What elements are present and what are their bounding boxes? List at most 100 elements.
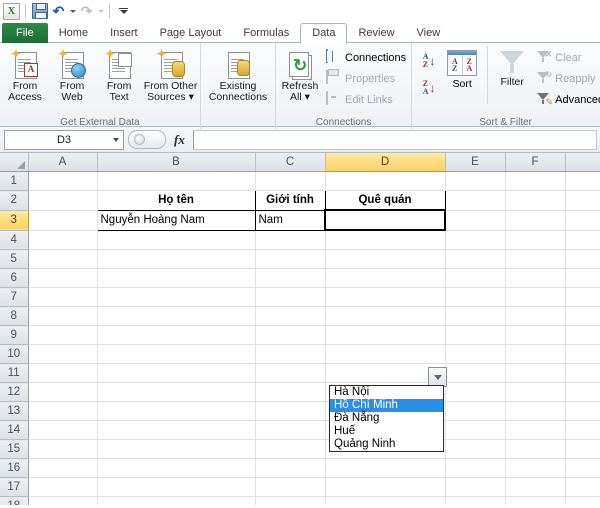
list-item[interactable]: Quảng Ninh	[330, 438, 443, 451]
cell-c12[interactable]	[255, 382, 326, 402]
cell-e7[interactable]	[445, 287, 506, 307]
cell-a11[interactable]	[28, 363, 98, 383]
cell-c7[interactable]	[255, 287, 326, 307]
cell-c4[interactable]	[255, 230, 326, 250]
cell-c1[interactable]	[255, 171, 326, 191]
cell-d9[interactable]	[325, 325, 446, 345]
row-header-6[interactable]: 6	[0, 268, 29, 288]
cell-a16[interactable]	[28, 458, 98, 478]
cell-a13[interactable]	[28, 401, 98, 421]
cell-e16[interactable]	[445, 458, 506, 478]
cell-b10[interactable]	[97, 344, 256, 364]
cell-g1[interactable]	[565, 171, 600, 191]
cell-b7[interactable]	[97, 287, 256, 307]
cell-g16[interactable]	[565, 458, 600, 478]
insert-function-icon[interactable]: fx	[174, 132, 185, 148]
cell-e13[interactable]	[445, 401, 506, 421]
cell-g12[interactable]	[565, 382, 600, 402]
cell-a4[interactable]	[28, 230, 98, 250]
cell-e3[interactable]	[445, 210, 506, 231]
list-item[interactable]: Huế	[330, 425, 443, 438]
cell-a6[interactable]	[28, 268, 98, 288]
data-validation-dropdown-button[interactable]	[428, 367, 447, 387]
cell-b13[interactable]	[97, 401, 256, 421]
cell-b6[interactable]	[97, 268, 256, 288]
cell-f3[interactable]	[505, 210, 566, 231]
tab-formulas[interactable]: Formulas	[232, 24, 300, 43]
cell-a9[interactable]	[28, 325, 98, 345]
column-header-f[interactable]: F	[505, 153, 566, 172]
formula-bar-buttons[interactable]	[128, 130, 166, 149]
cell-f2[interactable]	[505, 190, 566, 211]
row-header-7[interactable]: 7	[0, 287, 29, 307]
cell-e5[interactable]	[445, 249, 506, 269]
cell-b1[interactable]	[97, 171, 256, 191]
name-box-dropdown-icon[interactable]	[113, 137, 119, 142]
row-header-18[interactable]: 18	[0, 496, 29, 505]
column-header-d[interactable]: D	[325, 153, 446, 172]
cell-d2[interactable]: Quê quán	[324, 190, 446, 211]
cell-b12[interactable]	[97, 382, 256, 402]
cell-b15[interactable]	[97, 439, 256, 459]
row-header-5[interactable]: 5	[0, 249, 29, 269]
list-item[interactable]: Hà Nội	[330, 386, 443, 399]
row-header-11[interactable]: 11	[0, 363, 29, 383]
sort-a-to-z-button[interactable]: AZ ↓	[418, 50, 440, 72]
cell-c17[interactable]	[255, 477, 326, 497]
cell-g8[interactable]	[565, 306, 600, 326]
cell-c16[interactable]	[255, 458, 326, 478]
cell-e14[interactable]	[445, 420, 506, 440]
cell-c2[interactable]: Giới tính	[254, 190, 326, 211]
cell-b18[interactable]	[97, 496, 256, 505]
cell-g6[interactable]	[565, 268, 600, 288]
select-all-corner[interactable]	[0, 153, 29, 172]
tab-review[interactable]: Review	[347, 24, 405, 43]
from-web-button[interactable]: ✦ From Web	[49, 46, 95, 103]
cell-g15[interactable]	[565, 439, 600, 459]
cell-a2[interactable]	[28, 190, 98, 211]
customize-qat-button[interactable]	[115, 3, 132, 20]
tab-home[interactable]: Home	[48, 24, 99, 43]
cell-d10[interactable]	[325, 344, 446, 364]
tab-view[interactable]: View	[406, 24, 452, 43]
redo-dropdown-icon[interactable]	[98, 9, 104, 13]
row-header-9[interactable]: 9	[0, 325, 29, 345]
cell-f15[interactable]	[505, 439, 566, 459]
cell-g11[interactable]	[565, 363, 600, 383]
column-header-e[interactable]: E	[445, 153, 506, 172]
column-header-g-partial[interactable]	[565, 153, 600, 172]
cell-g17[interactable]	[565, 477, 600, 497]
row-header-17[interactable]: 17	[0, 477, 29, 497]
cell-c13[interactable]	[255, 401, 326, 421]
connections-button[interactable]: Connections	[323, 47, 409, 68]
cell-g4[interactable]	[565, 230, 600, 250]
cell-b3[interactable]: Nguyễn Hoàng Nam	[96, 209, 256, 231]
cell-f12[interactable]	[505, 382, 566, 402]
row-header-10[interactable]: 10	[0, 344, 29, 364]
cell-f18[interactable]	[505, 496, 566, 505]
cell-c18[interactable]	[255, 496, 326, 505]
cell-b17[interactable]	[97, 477, 256, 497]
cell-e17[interactable]	[445, 477, 506, 497]
cell-e6[interactable]	[445, 268, 506, 288]
cell-b14[interactable]	[97, 420, 256, 440]
cell-d1[interactable]	[325, 171, 446, 191]
row-header-3[interactable]: 3	[0, 210, 29, 231]
edit-links-button[interactable]: Edit Links	[323, 89, 409, 110]
properties-button[interactable]: Properties	[323, 68, 409, 89]
cell-e8[interactable]	[445, 306, 506, 326]
row-header-14[interactable]: 14	[0, 420, 29, 440]
cell-g5[interactable]	[565, 249, 600, 269]
from-text-button[interactable]: ✦ From Text	[96, 46, 142, 103]
cell-b2[interactable]: Họ tên	[96, 190, 256, 211]
cell-e4[interactable]	[445, 230, 506, 250]
refresh-all-button[interactable]: ↻ Refresh All ▾	[278, 46, 322, 103]
cell-d3[interactable]	[324, 209, 446, 231]
cell-e10[interactable]	[445, 344, 506, 364]
cell-g10[interactable]	[565, 344, 600, 364]
cell-c3[interactable]: Nam	[254, 209, 326, 231]
refresh-all-dropdown-icon[interactable]: ▾	[302, 91, 310, 103]
redo-button[interactable]: ↷	[78, 3, 95, 20]
formula-input[interactable]	[192, 129, 597, 150]
reapply-filter-button[interactable]: ↻ Reapply	[533, 68, 600, 89]
